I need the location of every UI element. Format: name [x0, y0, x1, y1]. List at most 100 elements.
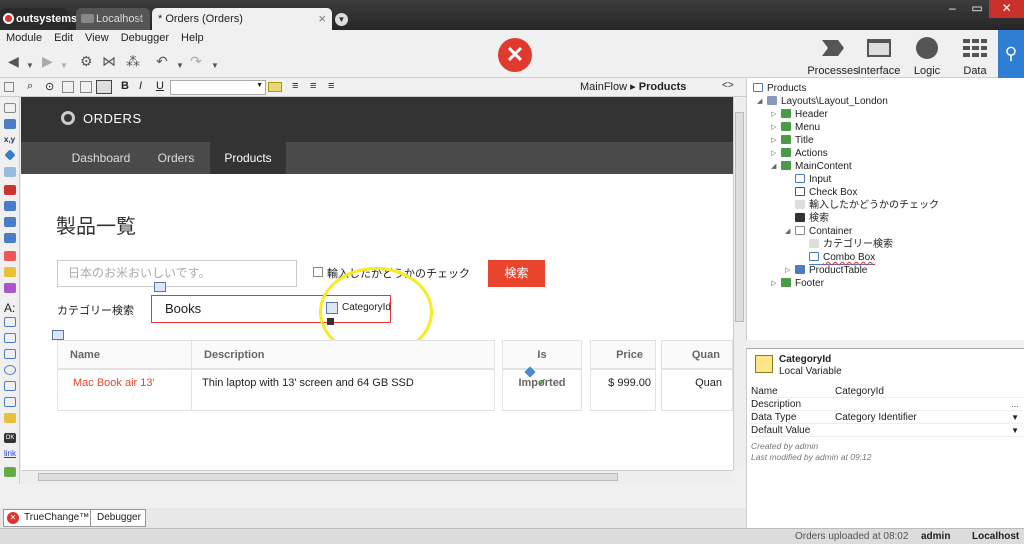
redo-dropdown-icon[interactable]: ▼ [211, 58, 219, 74]
close-icon[interactable]: × [318, 8, 326, 30]
tree-node-title[interactable]: ▷ Title [771, 134, 814, 147]
tree-node-combo-box[interactable]: Combo Box [809, 251, 876, 265]
prop-value[interactable]: CategoryId [835, 385, 884, 398]
select-icon[interactable] [4, 82, 14, 92]
prop-row-default-value[interactable]: Default Value ▼ [749, 424, 1023, 437]
nav-dashboard[interactable]: Dashboard [61, 142, 141, 174]
input-password-icon[interactable] [4, 333, 16, 343]
italic-icon[interactable]: I [139, 80, 142, 92]
imported-checkbox[interactable] [313, 267, 323, 277]
edit-record-icon[interactable] [4, 251, 16, 261]
menu-debugger[interactable]: Debugger [115, 30, 175, 46]
ellipsis-icon[interactable]: … [1011, 398, 1019, 411]
redo-icon[interactable]: ↷ [190, 53, 202, 69]
close-window-button[interactable]: ✕ [989, 0, 1024, 18]
restore-button[interactable]: ▭ [965, 0, 990, 18]
tree-node-actions[interactable]: ▷ Actions [771, 147, 828, 160]
col-header-imported[interactable]: Is Imported [502, 340, 582, 389]
nav-products[interactable]: Products [210, 142, 286, 174]
style-icon[interactable] [268, 82, 282, 92]
input-widget-icon[interactable] [4, 317, 16, 327]
expanded-arrow-icon[interactable]: ◢ [785, 225, 790, 238]
cell-name[interactable]: Mac Book air 13' [57, 369, 192, 411]
table-widget-icon[interactable] [4, 119, 16, 129]
if-widget-icon[interactable] [4, 149, 16, 161]
search-input[interactable]: 日本のお米おいしいです。 [57, 260, 297, 287]
prop-row-description[interactable]: Description… [749, 398, 1023, 411]
align-center-icon[interactable]: ≡ [310, 80, 316, 92]
data-button[interactable]: Data [947, 32, 1003, 77]
tree-node-footer[interactable]: ▷ Footer [771, 277, 824, 290]
text-widget-icon[interactable]: A: [4, 301, 16, 315]
undo-icon[interactable]: ↶ [156, 53, 168, 69]
undo-dropdown-icon[interactable]: ▼ [176, 58, 184, 74]
prop-row-name[interactable]: Name CategoryId [749, 385, 1023, 398]
breadcrumb-flow[interactable]: MainFlow [580, 81, 627, 93]
list-records-icon[interactable] [4, 233, 16, 243]
tab-outsystems[interactable]: outsystems [0, 8, 77, 30]
list-box-widget-icon[interactable] [4, 397, 16, 407]
back-dropdown-icon[interactable]: ▼ [26, 58, 34, 74]
collapsed-arrow-icon[interactable]: ▷ [771, 108, 776, 121]
collapsed-arrow-icon[interactable]: ▷ [771, 277, 776, 290]
collapsed-arrow-icon[interactable]: ▷ [785, 264, 790, 277]
gear-icon[interactable]: ⚙ [80, 53, 93, 69]
tree-node-header[interactable]: ▷ Header [771, 108, 828, 121]
checkbox-widget-icon[interactable] [4, 349, 16, 359]
container-widget-icon[interactable] [4, 103, 16, 113]
menu-help[interactable]: Help [175, 30, 210, 46]
collapsed-arrow-icon[interactable]: ▷ [771, 147, 776, 160]
radio-widget-icon[interactable] [4, 365, 16, 375]
cell-imported-check-icon[interactable]: ✔ [502, 369, 582, 411]
tree-node-button[interactable]: 検索 [795, 212, 829, 225]
tab-orders[interactable]: * Orders (Orders) × [152, 8, 332, 30]
tree-node-layout[interactable]: ◢ Layouts\Layout_London [757, 95, 888, 108]
prop-value[interactable]: Category Identifier [835, 411, 917, 424]
tab-menu-chevron-icon[interactable]: ▼ [335, 13, 348, 26]
tablet-icon[interactable] [62, 81, 74, 93]
search-button[interactable]: 検索 [488, 260, 545, 287]
tab-truechange[interactable]: ✕ TrueChange™ [3, 509, 95, 527]
table-records-icon[interactable] [4, 217, 16, 227]
placeholder-widget-icon[interactable] [4, 167, 16, 177]
list-widget-icon[interactable] [4, 201, 16, 211]
horizontal-scroll-thumb[interactable] [38, 473, 618, 481]
underline-icon[interactable]: U [156, 80, 164, 92]
tree-node-container[interactable]: ◢ Container [785, 225, 852, 238]
minimize-button[interactable]: – [940, 0, 965, 18]
close-icon[interactable]: × [136, 8, 144, 30]
tree-node-menu[interactable]: ▷ Menu [771, 121, 820, 134]
tree-node-products[interactable]: Products [753, 82, 806, 95]
zoom-icon[interactable]: ⌕ [27, 80, 33, 93]
align-left-icon[interactable]: ≡ [292, 80, 298, 92]
expanded-arrow-icon[interactable]: ◢ [771, 160, 776, 173]
desktop-icon[interactable] [96, 80, 112, 94]
show-record-icon[interactable] [4, 267, 16, 277]
style-class-combo[interactable]: ▼ [170, 80, 266, 95]
chevron-down-icon[interactable]: ▼ [1011, 411, 1019, 424]
chevron-down-icon[interactable]: ▼ [256, 82, 263, 89]
nav-orders[interactable]: Orders [147, 142, 205, 174]
collapsed-arrow-icon[interactable]: ▷ [771, 134, 776, 147]
phone-icon[interactable] [80, 81, 92, 93]
upload-widget-icon[interactable] [4, 413, 16, 423]
tree-node-input[interactable]: Input [795, 173, 831, 186]
tree-node-category-label[interactable]: カテゴリー検索 [809, 238, 893, 251]
form-widget-icon[interactable] [4, 185, 16, 195]
col-header-price[interactable]: Price [590, 340, 656, 369]
forward-dropdown-icon[interactable]: ▼ [60, 58, 68, 74]
tree-node-maincontent[interactable]: ◢ MainContent [771, 160, 852, 173]
bold-icon[interactable]: B [121, 80, 129, 92]
button-widget-icon[interactable]: OK [4, 433, 16, 443]
menu-edit[interactable]: Edit [48, 30, 79, 46]
image-widget-icon[interactable] [4, 467, 16, 477]
link-text-widget-icon[interactable]: link [4, 449, 16, 459]
breadcrumb-screen[interactable]: Products [639, 81, 687, 93]
col-header-name[interactable]: Name [57, 340, 192, 369]
expression-widget-icon[interactable]: x,y [4, 135, 16, 145]
tree-node-producttable[interactable]: ▷ ProductTable [785, 264, 867, 277]
publish-icon[interactable]: ⁂ [126, 53, 140, 69]
tree-node-expression[interactable]: 輸入したかどうかのチェック [795, 199, 939, 212]
search-icon[interactable]: ⚲ [998, 30, 1024, 78]
share-icon[interactable]: ⋈ [102, 53, 116, 69]
